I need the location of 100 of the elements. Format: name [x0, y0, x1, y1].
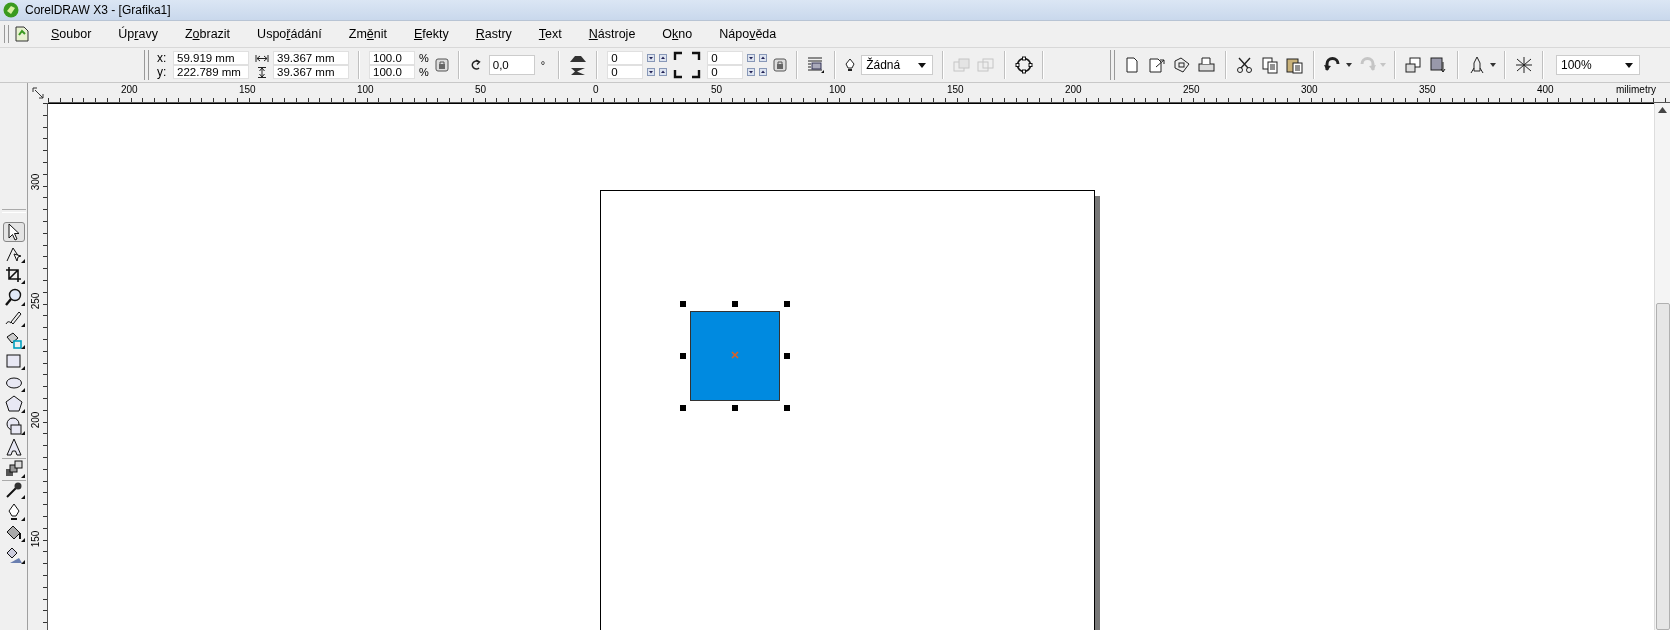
ruler-label: 400	[1537, 84, 1554, 95]
percent-label: %	[419, 52, 429, 64]
rotation-field[interactable]: 0,0	[488, 55, 535, 75]
outline-dropdown[interactable]: Žádná	[861, 55, 934, 75]
width-field[interactable]: 39.367 mm	[273, 51, 349, 65]
selection-handle[interactable]	[680, 301, 686, 307]
paste-icon[interactable]	[1285, 56, 1305, 74]
selection-handle[interactable]	[680, 405, 686, 411]
caret-icon[interactable]	[1490, 63, 1496, 67]
ruler-label: 200	[28, 413, 42, 427]
blend-icon	[4, 459, 23, 478]
menu-item[interactable]: Rastry	[463, 27, 527, 41]
tool-button[interactable]	[2, 394, 25, 414]
scale-y-field[interactable]: 100.0	[369, 65, 415, 79]
spin-down-icon[interactable]	[647, 54, 656, 62]
text-tool-icon	[4, 438, 23, 456]
tool-button[interactable]	[2, 437, 25, 457]
y-field[interactable]: 222.789 mm	[173, 65, 249, 79]
spin-down-icon[interactable]	[647, 68, 656, 76]
spin-down-icon[interactable]	[747, 54, 756, 62]
scroll-up-icon[interactable]	[1658, 107, 1667, 113]
x-field[interactable]: 59.919 mm	[173, 51, 249, 65]
pen-nib-icon	[845, 58, 856, 72]
selection-handle[interactable]	[732, 405, 738, 411]
caret-icon[interactable]	[1346, 63, 1352, 67]
selection-handle[interactable]	[784, 301, 790, 307]
flyout-arrow-icon	[20, 301, 25, 306]
rectangle-icon	[4, 352, 23, 370]
menu-item[interactable]: Uspořádání	[245, 27, 337, 41]
selection-handle[interactable]	[784, 405, 790, 411]
tool-button[interactable]	[2, 286, 25, 307]
ruler-label: 150	[947, 84, 964, 95]
center-mark-icon	[731, 351, 739, 359]
spin-up-icon[interactable]	[659, 68, 668, 76]
ruler-unit-label: milimetry	[1616, 84, 1656, 95]
corner-roundness-field[interactable]: 0	[707, 51, 744, 65]
corner-brackets-icon	[673, 51, 702, 79]
rectangle-shape[interactable]	[690, 311, 780, 401]
flyout-arrow-icon	[20, 559, 25, 564]
flyout-arrow-icon	[20, 538, 25, 542]
spin-up-icon[interactable]	[659, 54, 668, 62]
spin-down-icon[interactable]	[747, 68, 756, 76]
flyout-arrow-icon	[20, 516, 25, 521]
flyout-arrow-icon	[20, 344, 25, 349]
menu-item[interactable]: Změnit	[336, 27, 402, 41]
cut-icon[interactable]	[1235, 56, 1255, 74]
print-icon[interactable]	[1197, 56, 1217, 74]
ruler-label: 150	[28, 532, 42, 546]
mirror-horizontal-icon[interactable]	[569, 54, 588, 63]
shapes-icon	[4, 416, 23, 435]
lock-icon[interactable]	[773, 58, 788, 72]
flyout-arrow-icon	[20, 323, 25, 327]
ruler-origin-icon[interactable]	[32, 87, 44, 99]
document-icon	[15, 26, 29, 42]
spin-up-icon[interactable]	[759, 54, 768, 62]
menu-item[interactable]: Soubor	[39, 27, 107, 41]
selection-handle[interactable]	[784, 353, 790, 359]
spin-up-icon[interactable]	[759, 68, 768, 76]
menu-item[interactable]: Úpravy	[106, 27, 173, 41]
selection-handle[interactable]	[680, 353, 686, 359]
corner-roundness-field[interactable]: 0	[607, 51, 644, 65]
selection-handle[interactable]	[732, 301, 738, 307]
height-icon	[255, 66, 269, 78]
vertical-scrollbar[interactable]	[1654, 103, 1670, 630]
scrollbar-thumb[interactable]	[1655, 303, 1670, 630]
app-logo-icon	[3, 2, 19, 18]
ruler-label: 200	[1065, 84, 1082, 95]
caret-icon	[1625, 62, 1633, 68]
ruler-label: 300	[28, 175, 42, 189]
flyout-arrow-icon	[20, 280, 25, 284]
menu-item[interactable]: Nástroje	[576, 27, 651, 41]
ruler-label: 0	[593, 84, 599, 95]
y-label: y:	[157, 65, 168, 79]
corner-roundness-field[interactable]: 0	[707, 65, 744, 79]
interactive-fill-icon	[4, 545, 23, 564]
window-title: CorelDRAW X3 - [Grafika1]	[25, 3, 171, 17]
tool-button[interactable]	[2, 222, 25, 242]
degree-label: °	[540, 59, 546, 71]
lock-icon[interactable]	[434, 58, 449, 72]
copy-icon[interactable]	[1260, 56, 1280, 74]
corner-roundness-field[interactable]: 0	[607, 65, 644, 79]
text-wrap-icon[interactable]	[807, 56, 826, 74]
menu-item[interactable]: Text	[526, 27, 577, 41]
ruler-label: 50	[475, 84, 487, 95]
menu-item[interactable]: Efekty	[401, 27, 464, 41]
flyout-arrow-icon	[20, 409, 25, 413]
ruler-label: 50	[711, 84, 723, 95]
tool-button[interactable]	[2, 458, 25, 479]
pen-icon	[4, 309, 23, 327]
open-icon[interactable]	[1147, 56, 1167, 74]
menu-item[interactable]: Okno	[650, 27, 708, 41]
menu-item[interactable]: Nápověda	[707, 27, 792, 41]
height-field[interactable]: 39.367 mm	[273, 65, 349, 79]
fill-bucket-icon	[4, 524, 23, 542]
zoom-dropdown[interactable]: 100%	[1556, 55, 1640, 75]
caret-icon	[918, 62, 927, 68]
import-icon[interactable]	[1404, 56, 1424, 74]
flyout-arrow-icon	[20, 430, 25, 435]
scale-x-field[interactable]: 100.0	[369, 51, 415, 65]
menu-item[interactable]: Zobrazit	[172, 27, 246, 41]
